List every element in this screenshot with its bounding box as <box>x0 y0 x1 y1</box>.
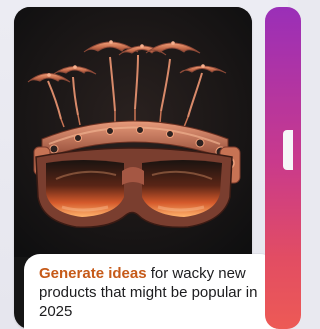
goggles-umbrellas-image <box>14 7 252 257</box>
suggestion-carousel: Generate ideas for wacky new products th… <box>0 0 301 329</box>
suggestion-caption[interactable]: Generate ideas for wacky new products th… <box>24 254 276 329</box>
next-card-edge-tab <box>283 130 293 170</box>
caption-highlight: Generate ideas <box>39 265 147 282</box>
